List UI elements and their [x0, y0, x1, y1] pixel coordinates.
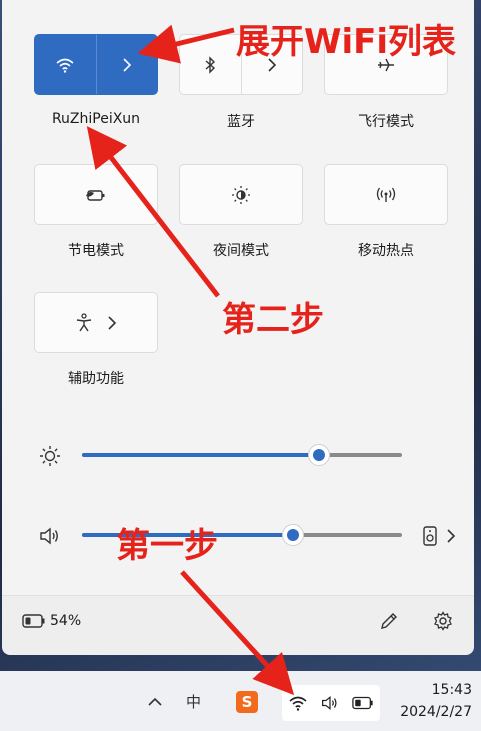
- bluetooth-tile-label: 蓝牙: [227, 114, 255, 130]
- airplane-mode-label: 飞行模式: [358, 114, 414, 130]
- audio-output-button[interactable]: [416, 524, 462, 548]
- mobile-hotspot-tile[interactable]: [324, 164, 448, 225]
- taskbar: 中 S 15:43 2024/2/27: [0, 671, 481, 731]
- accessibility-label: 辅助功能: [68, 371, 124, 387]
- hotspot-icon: [376, 187, 396, 202]
- annotation-step-one: 第一步: [116, 526, 218, 566]
- speaker-icon[interactable]: [38, 525, 62, 547]
- edit-button[interactable]: [378, 610, 400, 632]
- mobile-hotspot-label: 移动热点: [358, 243, 414, 259]
- night-light-tile[interactable]: [179, 164, 303, 225]
- chevron-right-icon: [108, 315, 117, 330]
- wifi-tile-label: RuZhiPeiXun: [51, 111, 141, 127]
- battery-icon: [352, 696, 373, 710]
- bluetooth-icon: [205, 55, 216, 74]
- speaker-icon: [322, 695, 337, 711]
- volume-slider-thumb[interactable]: [282, 524, 305, 546]
- annotation-step-two: 第二步: [222, 300, 324, 340]
- gear-icon: [434, 611, 452, 631]
- wifi-icon: [289, 696, 307, 711]
- night-light-label: 夜间模式: [213, 243, 269, 259]
- wifi-tile[interactable]: [34, 34, 158, 95]
- night-light-icon: [232, 185, 250, 204]
- battery-saver-label: 节电模式: [68, 243, 124, 259]
- accessibility-icon: [76, 312, 92, 331]
- bluetooth-toggle[interactable]: [180, 35, 242, 94]
- panel-footer: 54%: [2, 595, 474, 655]
- chevron-right-icon: [123, 57, 131, 72]
- accessibility-tile[interactable]: [34, 292, 158, 353]
- annotation-expand-wifi: 展开WiFi列表: [236, 22, 457, 62]
- speaker-device-icon: [423, 526, 437, 546]
- battery-saver-tile[interactable]: [34, 164, 158, 225]
- settings-button[interactable]: [432, 610, 454, 632]
- wifi-toggle[interactable]: [35, 35, 97, 94]
- brightness-slider-thumb[interactable]: [307, 444, 330, 466]
- wifi-icon: [56, 58, 74, 73]
- clock-time[interactable]: 15:43: [394, 682, 472, 698]
- battery-icon: [22, 613, 46, 629]
- brightness-slider-fill: [82, 453, 319, 457]
- brightness-icon: [38, 444, 62, 468]
- ime-indicator[interactable]: 中: [186, 691, 201, 712]
- chevron-up-icon: [148, 697, 162, 706]
- pencil-icon: [381, 613, 397, 629]
- wifi-expand-button[interactable]: [97, 35, 158, 94]
- system-tray-button[interactable]: [282, 685, 380, 721]
- clock-date[interactable]: 2024/2/27: [380, 704, 472, 720]
- sogou-input-icon[interactable]: S: [236, 691, 258, 713]
- battery-saver-icon: [86, 189, 105, 201]
- show-hidden-icons-button[interactable]: [144, 693, 166, 711]
- chevron-right-icon: [447, 529, 456, 543]
- battery-percent: 54%: [50, 613, 82, 629]
